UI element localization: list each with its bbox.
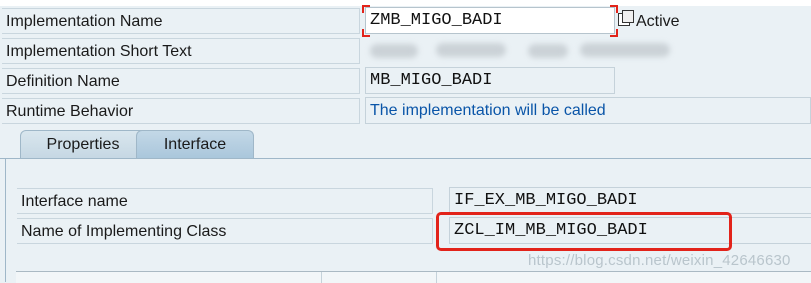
blurred-text <box>528 44 568 58</box>
interface-name-field[interactable]: IF_EX_MB_MIGO_BADI <box>449 187 811 214</box>
focus-corner-bl <box>362 29 370 37</box>
tab-interface[interactable]: Interface <box>136 130 254 159</box>
short-text-label: Implementation Short Text <box>2 38 360 64</box>
interface-name-label: Interface name <box>17 188 433 214</box>
focus-corner-tr <box>610 5 618 13</box>
focus-corner-tl <box>362 5 370 13</box>
bottom-table-header <box>16 271 811 283</box>
runtime-behavior-field[interactable]: The implementation will be called <box>365 97 811 124</box>
tab-properties[interactable]: Properties <box>20 130 146 159</box>
blurred-text <box>436 43 506 57</box>
focus-corner-br <box>610 29 618 37</box>
implementation-name-label: Implementation Name <box>2 8 360 34</box>
red-highlight-box <box>436 212 732 251</box>
blurred-text <box>580 43 670 57</box>
top-strip <box>0 0 811 6</box>
runtime-behavior-label: Runtime Behavior <box>2 98 360 124</box>
definition-name-label: Definition Name <box>2 68 360 94</box>
table-column-divider <box>436 272 437 283</box>
watermark: https://blog.csdn.net/weixin_42646630 <box>528 252 791 269</box>
table-column-divider <box>321 272 322 283</box>
blurred-text <box>370 44 418 58</box>
definition-name-field[interactable]: MB_MIGO_BADI <box>365 67 615 94</box>
copy-icon[interactable] <box>618 10 636 30</box>
status-text: Active <box>636 13 680 30</box>
implementing-class-label: Name of Implementing Class <box>17 218 433 244</box>
implementation-name-field[interactable]: ZMB_MIGO_BADI <box>365 7 615 34</box>
